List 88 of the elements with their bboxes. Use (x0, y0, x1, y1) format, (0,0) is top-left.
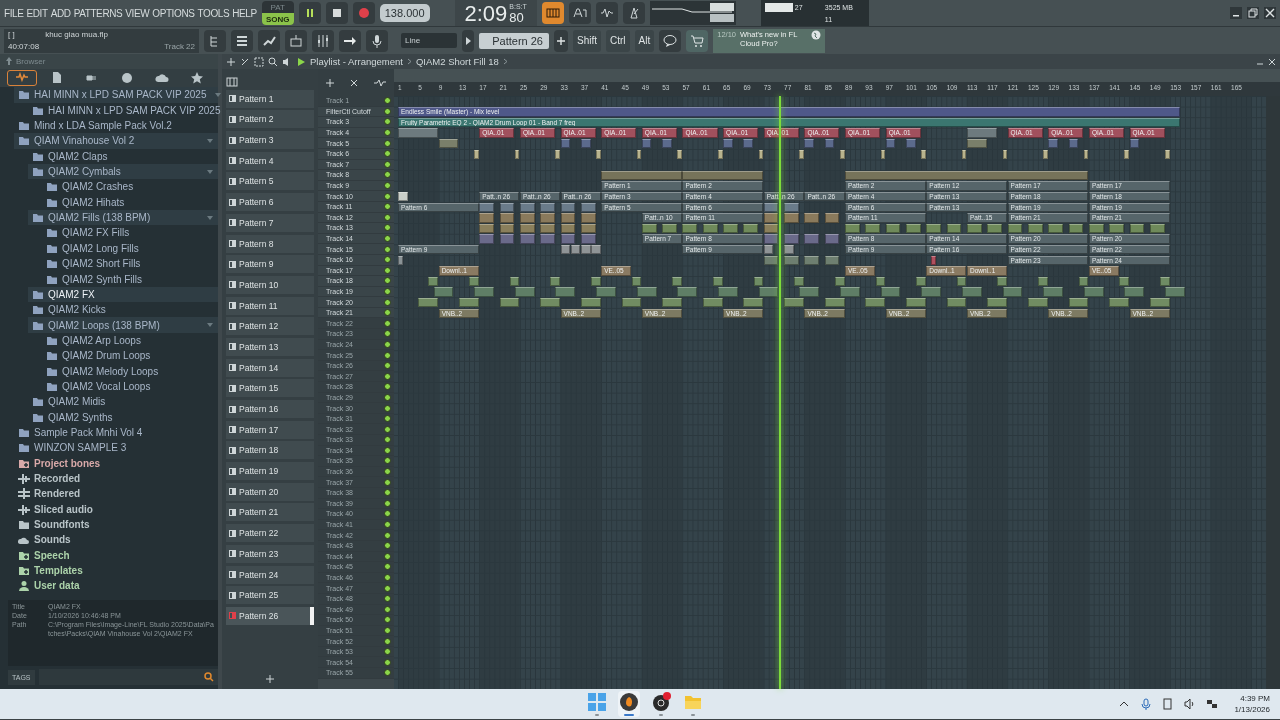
place-item[interactable]: Project bones (14, 455, 218, 471)
modifier-button[interactable]: Ctrl (606, 29, 630, 52)
folder-item[interactable]: QIAM2 Crashes (42, 179, 218, 195)
tempo-field[interactable]: 138.000 (379, 4, 430, 22)
pattern-item[interactable]: Pattern 14 (226, 358, 314, 377)
pattern-item[interactable]: Pattern 11 (226, 296, 314, 315)
menu-item[interactable]: ADD (50, 7, 71, 19)
track-label: Track 22 (164, 42, 195, 51)
pattern-item[interactable]: Pattern 10 (226, 275, 314, 294)
pattern-item[interactable]: Pattern 6 (226, 193, 314, 212)
place-item[interactable]: Templates (14, 562, 218, 579)
clock-time: 4:39 PM (1240, 693, 1270, 704)
mode-option[interactable]: PAT (261, 1, 294, 13)
pattern-item[interactable]: Pattern 26 (226, 606, 314, 625)
window-title: Playlist - Arrangement (310, 56, 403, 67)
folder-item[interactable]: QIAM2 Loops (138 BPM) (28, 317, 218, 333)
place-item[interactable]: User data (14, 578, 218, 594)
folder-item[interactable]: Sample Pack Mnhi Vol 4 (14, 424, 218, 441)
pattern-selector[interactable]: Pattern 26 (479, 32, 549, 49)
pattern-item[interactable]: Pattern 8 (226, 234, 314, 253)
folder-item[interactable]: HAI MINN x LPD SAM PACK VIP 2025 (28, 102, 218, 118)
pattern-item[interactable]: Pattern 15 (226, 379, 314, 398)
pattern-item[interactable]: Pattern 20 (226, 482, 314, 501)
mode-toggle[interactable]: PAT SONG (261, 1, 294, 25)
pattern-name: QIAM2 Short Fill 18 (415, 56, 499, 67)
folder-item[interactable]: QIAM2 Hihats (42, 194, 218, 210)
folder-item[interactable]: QIAM2 Kicks (28, 302, 218, 318)
folder-item[interactable]: QIAM2 Midis (28, 394, 218, 410)
pattern-item[interactable]: Pattern 21 (226, 503, 314, 522)
pattern-item[interactable]: Pattern 17 (226, 420, 314, 439)
pattern-item[interactable]: Pattern 4 (226, 151, 314, 170)
pattern-item[interactable]: Pattern 23 (226, 544, 314, 563)
pattern-item[interactable]: Pattern 24 (226, 565, 314, 584)
menu-item[interactable]: PATTERNS (73, 7, 123, 19)
menu-item[interactable]: OPTIONS (152, 7, 195, 19)
bracket-text: [ ] (8, 30, 16, 39)
modifier-button[interactable]: Shift (573, 29, 601, 52)
folder-item[interactable]: QIAM Vinahouse Vol 2 (14, 133, 218, 149)
pattern-item[interactable]: Pattern 19 (226, 462, 314, 481)
folder-item[interactable]: QIAM2 Synths (28, 409, 218, 425)
place-item[interactable]: Soundfonts (14, 516, 218, 533)
pattern-item[interactable]: Pattern 2 (226, 110, 314, 129)
folder-item[interactable]: QIAM2 Fills (138 BPM) (28, 209, 218, 226)
place-item[interactable]: Rendered (14, 486, 218, 502)
place-item[interactable]: Sounds (14, 532, 218, 548)
clock-date: 1/13/2026 (1234, 704, 1270, 715)
folder-item[interactable]: WINZON SAMPLE 3 (14, 440, 218, 456)
place-item[interactable]: Speech (14, 547, 218, 563)
browser-title: Browser (16, 56, 46, 66)
place-item[interactable]: Sliced audio (14, 501, 218, 517)
folder-item[interactable]: QIAM2 Arp Loops (42, 332, 218, 349)
folder-item[interactable]: QIAM2 FX (28, 286, 218, 303)
pattern-item[interactable]: Pattern 5 (226, 172, 314, 191)
menu-item[interactable]: TOOLS (197, 7, 230, 19)
pattern-item[interactable]: Pattern 9 (226, 255, 314, 274)
pattern-item[interactable]: Pattern 12 (226, 317, 314, 336)
pattern-item[interactable]: Pattern 18 (226, 441, 314, 460)
pattern-item[interactable]: Pattern 16 (226, 400, 314, 418)
folder-item[interactable]: Mind x LDA Sample Pack Vol.2 (14, 117, 218, 134)
mode-option[interactable]: SONG (261, 13, 294, 25)
folder-item[interactable]: QIAM2 Claps (28, 148, 218, 164)
menu-item[interactable]: EDIT (26, 7, 48, 19)
folder-item[interactable]: QIAM2 Cymbals (28, 163, 218, 180)
file-name: khuc giao mua.flp (45, 30, 109, 39)
project-time: 40:07:08 (8, 42, 40, 51)
folder-item[interactable]: QIAM2 Long Fills (42, 240, 218, 256)
folder-item[interactable]: QIAM2 Synth Fills (42, 271, 218, 287)
menu-item[interactable]: VIEW (125, 7, 150, 19)
pattern-item[interactable]: Pattern 7 (226, 213, 314, 232)
folder-item[interactable]: QIAM2 Short Fills (42, 256, 218, 272)
clock[interactable]: 4:39 PM 1/13/2026 (1234, 693, 1270, 715)
pattern-item[interactable]: Pattern 25 (226, 586, 314, 605)
folder-item[interactable]: QIAM2 FX Fills (42, 225, 218, 241)
time-value: 2:09 (464, 1, 508, 26)
menu-item[interactable]: FILE (4, 7, 24, 19)
folder-item[interactable]: HAI MINN x LPD SAM PACK VIP 2025 (14, 87, 218, 103)
folder-item[interactable]: QIAM2 Melody Loops (42, 363, 218, 379)
place-item[interactable]: Recorded (14, 470, 218, 487)
pattern-item[interactable]: Pattern 3 (226, 131, 314, 150)
pattern-item[interactable]: Pattern 22 (226, 524, 314, 543)
folder-item[interactable]: QIAM2 Vocal Loops (42, 378, 218, 395)
folder-item[interactable]: QIAM2 Drum Loops (42, 348, 218, 364)
snap-dropdown[interactable]: Line (401, 33, 457, 48)
pattern-item[interactable]: Pattern 13 (226, 337, 314, 356)
menu-item[interactable]: HELP (232, 7, 257, 19)
time-ticks: 80 (509, 10, 524, 26)
modifier-button[interactable]: Alt (634, 29, 655, 52)
pattern-item[interactable]: Pattern 1 (226, 89, 314, 108)
